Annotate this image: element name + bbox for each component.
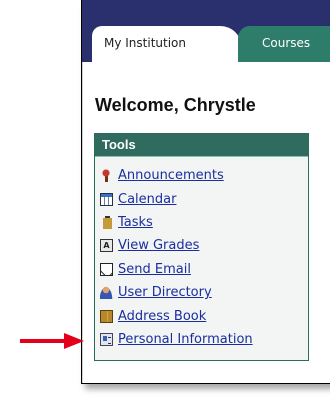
envelope-icon <box>100 262 113 276</box>
clipboard-icon <box>100 215 113 229</box>
tools-module: Tools Announcements Calendar Tasks A Vie… <box>94 133 309 361</box>
book-icon <box>100 309 113 323</box>
view-grades-link[interactable]: View Grades <box>118 238 199 253</box>
screenshot-frame: My Institution Courses Welcome, Chrystle… <box>81 0 330 384</box>
announcements-link[interactable]: Announcements <box>118 168 224 183</box>
tools-item-view-grades: A View Grades <box>100 234 308 257</box>
tab-label: My Institution <box>104 36 187 50</box>
tab-courses[interactable]: Courses <box>238 26 330 62</box>
calendar-icon <box>100 192 113 206</box>
tools-list: Announcements Calendar Tasks A View Grad… <box>95 157 308 351</box>
tools-item-tasks: Tasks <box>100 211 308 234</box>
calendar-link[interactable]: Calendar <box>118 192 176 207</box>
personal-information-link[interactable]: Personal Information <box>118 332 253 347</box>
welcome-heading: Welcome, Chrystle <box>95 95 256 115</box>
send-email-link[interactable]: Send Email <box>118 262 191 277</box>
tools-item-calendar: Calendar <box>100 187 308 210</box>
header-bar: My Institution Courses <box>82 0 330 66</box>
tasks-link[interactable]: Tasks <box>118 215 153 230</box>
user-directory-link[interactable]: User Directory <box>118 285 212 300</box>
address-book-link[interactable]: Address Book <box>118 309 206 324</box>
tools-item-announcements: Announcements <box>100 164 308 187</box>
tools-item-personal-information: Personal Information <box>100 328 308 351</box>
tools-item-send-email: Send Email <box>100 258 308 281</box>
tools-item-address-book: Address Book <box>100 304 308 327</box>
user-icon <box>100 286 113 300</box>
pointer-arrow-icon <box>20 333 84 349</box>
tools-module-title: Tools <box>95 134 308 157</box>
pushpin-icon <box>100 169 113 183</box>
tools-item-user-directory: User Directory <box>100 281 308 304</box>
tab-label: Courses <box>262 36 311 50</box>
grades-icon: A <box>100 239 113 253</box>
main-content: Welcome, Chrystle Tools Announcements Ca… <box>82 62 330 383</box>
tab-my-institution[interactable]: My Institution <box>92 26 242 66</box>
id-card-icon <box>100 332 113 346</box>
